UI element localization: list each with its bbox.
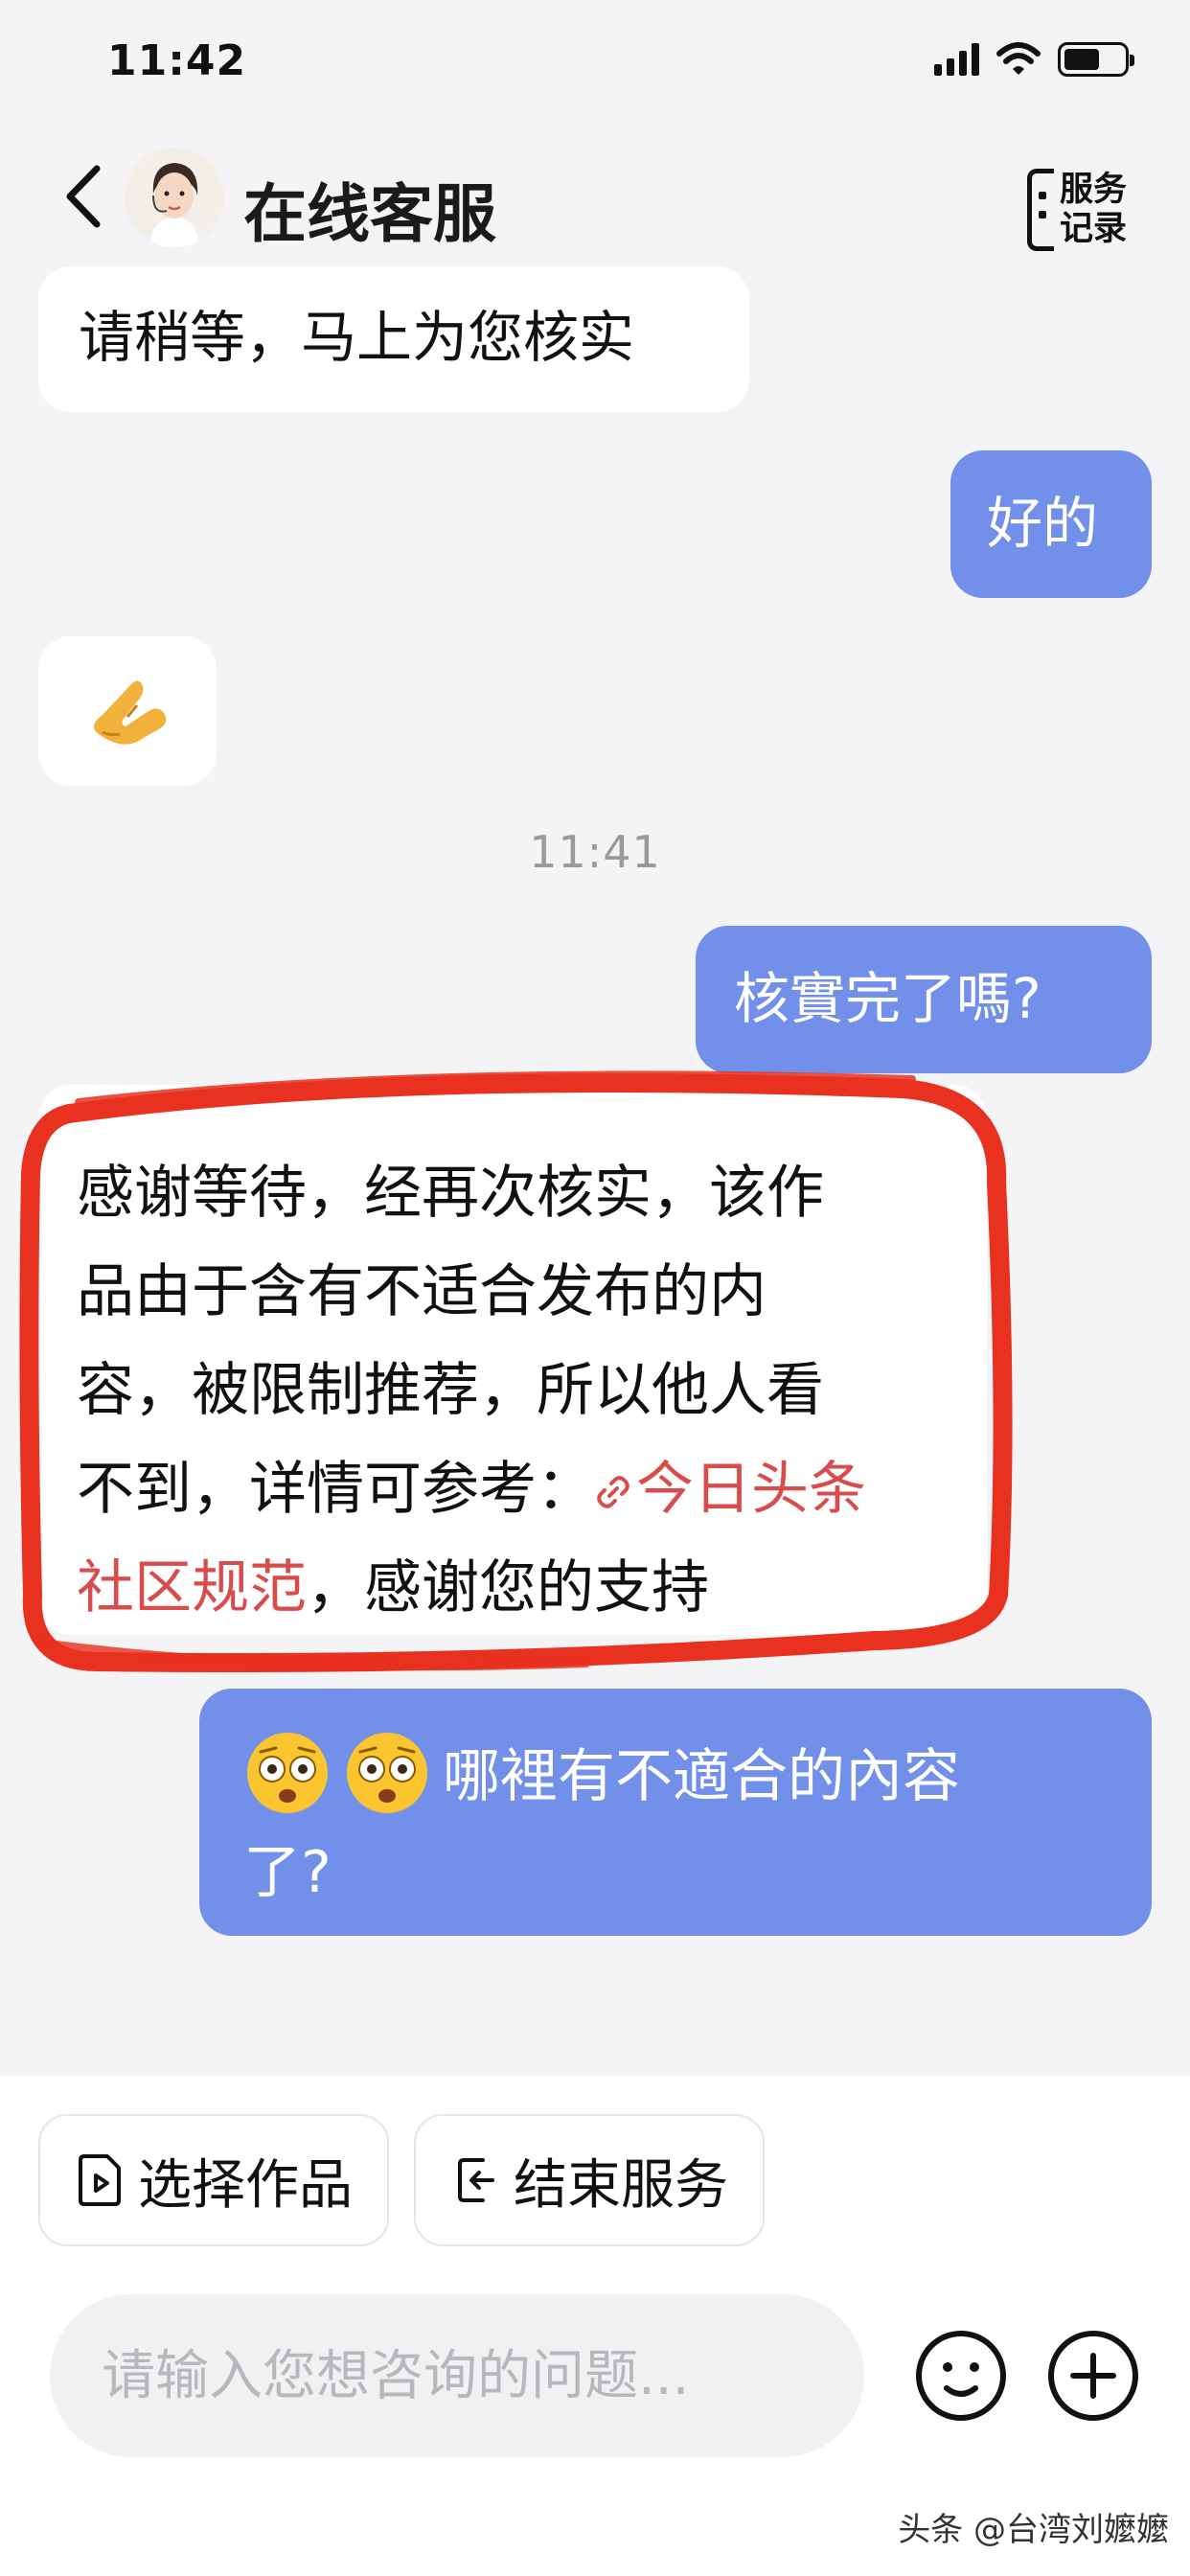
agent-message bbox=[38, 636, 217, 786]
agent-message: 请稍等，马上为您核实 bbox=[38, 266, 749, 412]
agent-avatar bbox=[125, 148, 224, 247]
flushed-face-emoji bbox=[347, 1733, 427, 1814]
agent-portrait-icon bbox=[125, 148, 224, 247]
page-title: 在线客服 bbox=[243, 177, 496, 251]
user-message: 好的 bbox=[950, 450, 1152, 598]
battery-icon bbox=[1058, 42, 1134, 77]
agent-message: 感谢等待，经再次核实，该作 品由于含有不适合发布的内 容，被限制推荐，所以他人看… bbox=[38, 1085, 987, 1635]
message-line: 了? bbox=[243, 1839, 332, 1906]
message-line: 感谢等待，经再次核实，该作 bbox=[77, 1160, 824, 1227]
message-line: 不到，详情可参考： 今日头条 bbox=[77, 1456, 866, 1523]
emoji-button[interactable] bbox=[914, 2329, 1008, 2423]
wifi-icon bbox=[996, 42, 1041, 75]
back-button[interactable] bbox=[50, 153, 117, 240]
message-input[interactable] bbox=[50, 2294, 864, 2457]
select-works-button[interactable]: 选择作品 bbox=[38, 2114, 389, 2246]
folded-hands-emoji bbox=[93, 680, 167, 745]
end-service-button[interactable]: 结束服务 bbox=[414, 2114, 765, 2246]
message-line: 哪裡有不適合的內容 bbox=[243, 1729, 1108, 1825]
message-line: 品由于含有不适合发布的内 bbox=[77, 1258, 767, 1325]
status-time: 11:42 bbox=[107, 36, 247, 85]
chevron-left-icon bbox=[66, 165, 101, 228]
bottom-panel: 选择作品 结束服务 bbox=[0, 2076, 1190, 2576]
status-icons bbox=[934, 42, 1134, 77]
message-line: 容，被限制推荐，所以他人看 bbox=[77, 1357, 824, 1424]
end-service-label: 结束服务 bbox=[514, 2153, 728, 2217]
user-message: 哪裡有不適合的內容 了? bbox=[199, 1689, 1152, 1936]
status-bar: 11:42 bbox=[0, 0, 1190, 125]
select-works-label: 选择作品 bbox=[138, 2153, 353, 2217]
watermark: 头条 @台湾刘嬤嬤 bbox=[898, 2511, 1169, 2549]
cellular-signal-icon bbox=[934, 43, 979, 76]
flushed-face-emoji bbox=[247, 1733, 328, 1814]
document-play-icon bbox=[79, 2154, 121, 2206]
add-button[interactable] bbox=[1046, 2329, 1140, 2423]
message-line: 社区规范，感谢您的支持 bbox=[77, 1554, 709, 1622]
link-icon bbox=[597, 1476, 629, 1509]
community-rules-link[interactable]: 今日头条 bbox=[594, 1456, 866, 1523]
nav-bar: 在线客服 服务 记录 bbox=[0, 125, 1190, 268]
user-message: 核實完了嗎? bbox=[696, 926, 1152, 1073]
service-records-button[interactable]: 服务 记录 bbox=[1021, 167, 1127, 255]
community-rules-link[interactable]: 社区规范 bbox=[77, 1554, 307, 1622]
records-icon bbox=[1027, 169, 1054, 251]
records-label: 服务 记录 bbox=[1060, 171, 1128, 248]
timestamp: 11:41 bbox=[529, 826, 661, 878]
exit-icon bbox=[458, 2158, 494, 2202]
